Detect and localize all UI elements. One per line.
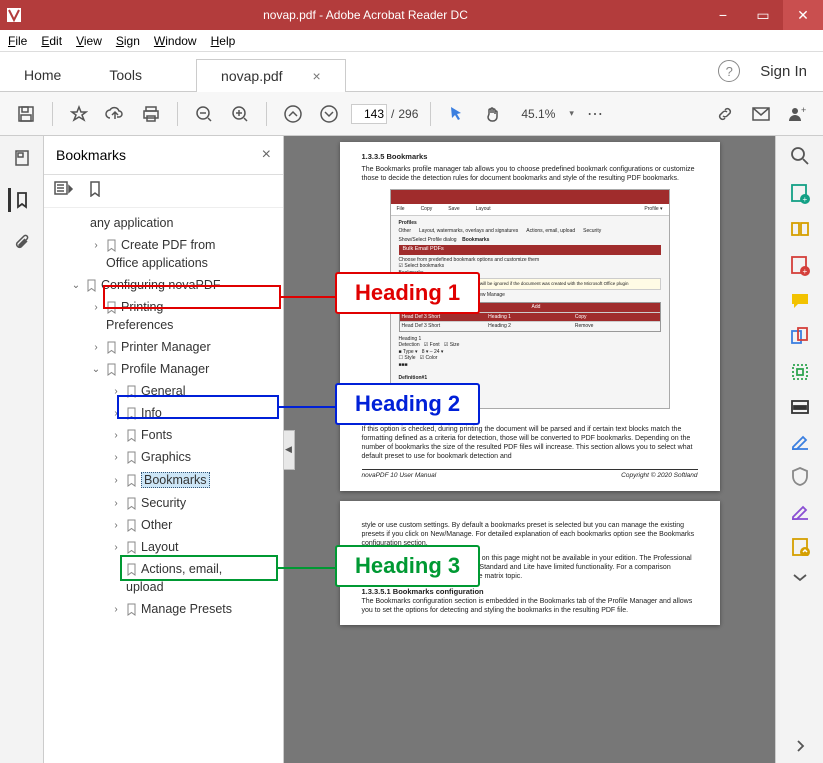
panel-close-icon[interactable]: × — [262, 146, 271, 164]
panel-collapse-handle[interactable]: ◀ — [284, 430, 295, 470]
comment-icon[interactable] — [790, 292, 810, 310]
callout-line-1 — [281, 296, 336, 298]
bm-item-any-application[interactable]: any application — [46, 212, 283, 234]
callout-line-3 — [278, 567, 336, 569]
bm-item-fonts[interactable]: ›Fonts — [46, 424, 283, 446]
fill-sign-blue-icon[interactable] — [790, 432, 810, 450]
zoom-out-icon[interactable] — [190, 100, 218, 128]
bm-item-manage-presets[interactable]: ›Manage Presets — [46, 598, 283, 620]
callout-heading1: Heading 1 — [335, 272, 480, 314]
page-up-icon[interactable] — [279, 100, 307, 128]
star-icon[interactable] — [65, 100, 93, 128]
create-pdf-icon[interactable]: + — [789, 254, 811, 276]
select-tool-icon[interactable] — [443, 100, 471, 128]
svg-text:+: + — [802, 267, 807, 276]
save-icon[interactable] — [12, 100, 40, 128]
fill-sign-purple-icon[interactable] — [790, 502, 810, 520]
page-indicator: / 296 — [351, 104, 418, 124]
add-person-icon[interactable]: + — [783, 100, 811, 128]
bookmarks-panel-title: Bookmarks — [56, 147, 126, 163]
bm-new-icon[interactable] — [88, 181, 102, 201]
page-total: 296 — [398, 107, 418, 121]
bm-item-security[interactable]: ›Security — [46, 492, 283, 514]
bookmarks-panel: Bookmarks × any application ›Create PDF … — [44, 136, 284, 763]
right-tools-rail: + + — [775, 136, 823, 763]
search-icon[interactable] — [790, 146, 810, 166]
pdf-page-143: 1.3.3.5 Bookmarks The Bookmarks profile … — [340, 142, 720, 491]
document-view[interactable]: ◀ 1.3.3.5 Bookmarks The Bookmarks profil… — [284, 136, 775, 763]
compress-icon[interactable] — [790, 362, 810, 382]
menu-window[interactable]: Window — [154, 34, 197, 48]
help-icon[interactable]: ? — [718, 60, 740, 82]
tab-close-icon[interactable]: × — [313, 68, 321, 84]
highlight-heading1 — [103, 285, 281, 309]
bm-item-printer-manager[interactable]: ›Printer Manager — [46, 336, 283, 358]
menubar: File Edit View Sign Window Help — [0, 30, 823, 52]
window-titlebar: novap.pdf - Adobe Acrobat Reader DC − ▭ … — [0, 0, 823, 30]
tab-home[interactable]: Home — [0, 59, 85, 91]
bm-options-icon[interactable] — [54, 181, 74, 201]
callout-heading2: Heading 2 — [335, 383, 480, 425]
bm-item-profile-manager[interactable]: ⌄Profile Manager — [46, 358, 283, 380]
export-pdf-icon[interactable]: + — [789, 182, 811, 204]
page-current-input[interactable] — [351, 104, 387, 124]
highlight-heading3 — [120, 555, 278, 581]
left-rail — [0, 136, 44, 763]
page-down-icon[interactable] — [315, 100, 343, 128]
organize-icon[interactable] — [790, 220, 810, 238]
toolbar: / 296 45.1% ▾ ⋯ + — [0, 92, 823, 136]
more-tools-icon[interactable] — [791, 572, 809, 582]
zoom-dropdown-icon[interactable]: ▾ — [569, 108, 574, 119]
zoom-in-icon[interactable] — [226, 100, 254, 128]
close-button[interactable]: ✕ — [783, 0, 823, 30]
share-link-icon[interactable] — [711, 100, 739, 128]
maximize-button[interactable]: ▭ — [743, 0, 783, 30]
cloud-upload-icon[interactable] — [101, 100, 129, 128]
mail-icon[interactable] — [747, 100, 775, 128]
print-icon[interactable] — [137, 100, 165, 128]
send-icon[interactable] — [790, 536, 810, 556]
callout-heading3: Heading 3 — [335, 545, 480, 587]
sign-in-link[interactable]: Sign In — [760, 63, 807, 80]
menu-view[interactable]: View — [76, 34, 102, 48]
highlight-heading2 — [117, 395, 279, 419]
tab-tools[interactable]: Tools — [85, 59, 166, 91]
tab-document-label: novap.pdf — [221, 68, 283, 84]
bm-item-other[interactable]: ›Other — [46, 514, 283, 536]
minimize-button[interactable]: − — [703, 0, 743, 30]
more-icon[interactable]: ⋯ — [582, 100, 610, 128]
menu-file[interactable]: File — [8, 34, 27, 48]
zoom-value[interactable]: 45.1% — [515, 107, 561, 121]
attachments-icon[interactable] — [10, 230, 34, 254]
tab-bar: Home Tools novap.pdf × ? Sign In — [0, 52, 823, 92]
redact-icon[interactable] — [790, 398, 810, 416]
thumbnails-icon[interactable] — [10, 146, 34, 170]
bm-item-bookmarks[interactable]: ›Bookmarks — [46, 468, 283, 492]
menu-sign[interactable]: Sign — [116, 34, 140, 48]
protect-icon[interactable] — [791, 466, 809, 486]
app-icon — [0, 8, 28, 22]
menu-edit[interactable]: Edit — [41, 34, 62, 48]
combine-icon[interactable] — [790, 326, 810, 346]
tab-document[interactable]: novap.pdf × — [196, 59, 346, 92]
window-title: novap.pdf - Adobe Acrobat Reader DC — [28, 8, 703, 22]
collapse-right-icon[interactable] — [793, 739, 807, 753]
svg-text:+: + — [802, 195, 807, 204]
menu-help[interactable]: Help — [211, 34, 236, 48]
hand-tool-icon[interactable] — [479, 100, 507, 128]
svg-text:+: + — [801, 105, 806, 115]
bookmarks-rail-icon[interactable] — [8, 188, 32, 212]
bm-item-graphics[interactable]: ›Graphics — [46, 446, 283, 468]
callout-line-2 — [279, 406, 336, 408]
